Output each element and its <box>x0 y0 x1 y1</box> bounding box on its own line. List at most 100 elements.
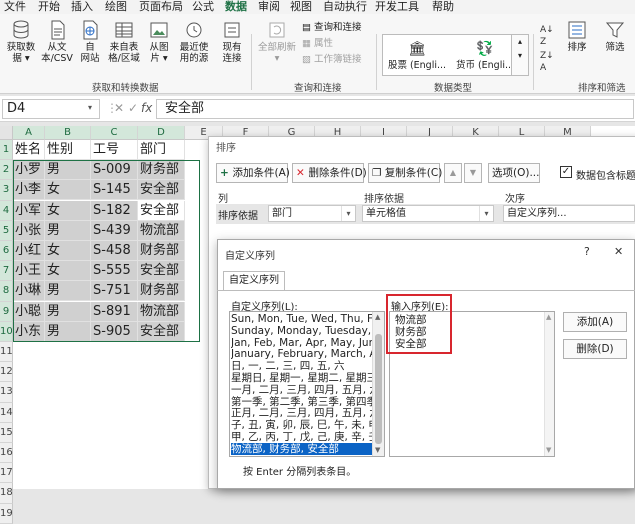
row-header-5[interactable]: 5 <box>0 220 13 241</box>
sort-button[interactable]: 排序 <box>562 20 592 53</box>
table-cell[interactable]: 小红 <box>13 241 45 261</box>
scrollbar-thumb[interactable] <box>375 334 382 444</box>
row-header-12[interactable]: 12 <box>0 362 13 383</box>
menu-tab-11[interactable]: 帮助 <box>432 0 454 14</box>
table-cell[interactable]: S-751 <box>91 281 138 302</box>
table-cell[interactable]: 女 <box>45 200 91 221</box>
active-cell[interactable]: 安全部 <box>138 200 185 221</box>
row-header-18[interactable]: 18 <box>0 483 13 504</box>
table-cell[interactable]: 男 <box>45 281 91 302</box>
row-header-4[interactable]: 4 <box>0 200 13 221</box>
help-icon[interactable]: ? <box>584 245 590 258</box>
recent-sources-button[interactable]: 最近使 用的源 <box>176 20 212 64</box>
row-header-1[interactable]: 1 <box>0 140 13 161</box>
entries-scrollbar[interactable]: ▲ ▼ <box>544 312 554 456</box>
filter-button[interactable]: 筛选 <box>600 20 630 53</box>
table-cell[interactable]: S-905 <box>91 321 138 342</box>
from-table-range-button[interactable]: 来自表 格/区域 <box>106 20 142 64</box>
sort-order-select[interactable]: 自定义序列... <box>503 205 635 222</box>
scroll-down-icon[interactable]: ▼ <box>375 446 380 454</box>
table-cell[interactable]: S-891 <box>91 301 138 322</box>
row-header-14[interactable]: 14 <box>0 402 13 423</box>
list-item[interactable]: 一月, 二月, 三月, 四月, 五月, 六月, 七月 <box>231 384 373 396</box>
tab-custom-lists[interactable]: 自定义序列 <box>223 271 285 291</box>
add-level-button[interactable]: + 添加条件(A) <box>216 163 290 183</box>
sort-za-button[interactable]: Z↓ A <box>540 50 554 74</box>
column-header-D[interactable]: D <box>138 126 185 140</box>
get-data-button[interactable]: 获取数 据 ▾ <box>4 20 38 64</box>
table-cell[interactable]: 小张 <box>13 220 45 241</box>
list-item[interactable]: 子, 丑, 寅, 卯, 辰, 巳, 午, 未, 申, 酉, 戌 <box>231 419 373 431</box>
row-header-16[interactable]: 16 <box>0 443 13 464</box>
table-cell[interactable]: 女 <box>45 241 91 261</box>
sort-column-select[interactable]: 部门 ▾ <box>268 205 356 222</box>
menu-tab-8[interactable]: 视图 <box>290 0 312 14</box>
currency-type[interactable]: 💱 货币 (Engli... <box>453 41 517 71</box>
row-header-3[interactable]: 3 <box>0 180 13 201</box>
table-cell[interactable]: 小聪 <box>13 301 45 322</box>
table-cell[interactable]: S-439 <box>91 220 138 241</box>
row-header-15[interactable]: 15 <box>0 422 13 443</box>
row-header-9[interactable]: 9 <box>0 301 13 322</box>
menu-tab-2[interactable]: 插入 <box>71 0 93 14</box>
menu-tab-3[interactable]: 绘图 <box>105 0 127 14</box>
sort-az-button[interactable]: A↓ Z <box>540 24 554 48</box>
row-header-13[interactable]: 13 <box>0 382 13 403</box>
table-cell[interactable]: 小王 <box>13 261 45 282</box>
close-icon[interactable]: ✕ <box>614 245 623 258</box>
formula-input[interactable]: 安全部 <box>156 99 634 119</box>
add-list-button[interactable]: 添加(A) <box>563 312 627 332</box>
row-header-8[interactable]: 8 <box>0 281 13 302</box>
properties-button[interactable]: ▦ 属性 <box>302 38 333 50</box>
header-cell[interactable]: 性别 <box>45 140 91 160</box>
listbox-scrollbar[interactable]: ▲ ▼ <box>372 312 384 456</box>
has-headers-checkbox[interactable]: ✓ <box>560 166 572 178</box>
insert-function-icon[interactable]: fx <box>141 101 152 115</box>
queries-connections-button[interactable]: ▤ 查询和连接 <box>302 22 362 34</box>
table-cell[interactable]: 物流部 <box>138 301 185 322</box>
table-cell[interactable]: 小罗 <box>13 160 45 181</box>
list-item[interactable]: 第一季, 第二季, 第三季, 第四季 <box>231 396 373 408</box>
table-cell[interactable]: 女 <box>45 261 91 282</box>
move-up-button[interactable]: ▲ <box>444 163 462 183</box>
list-item[interactable]: 日, 一, 二, 三, 四, 五, 六 <box>231 360 373 372</box>
row-header-10[interactable]: 10 <box>0 321 13 342</box>
from-picture-button[interactable]: 从图 片 ▾ <box>144 20 174 64</box>
header-cell[interactable]: 姓名 <box>13 140 45 160</box>
copy-level-button[interactable]: ❐ 复制条件(C) <box>368 163 442 183</box>
table-cell[interactable]: S-009 <box>91 160 138 181</box>
from-web-button[interactable]: 自 网站 <box>76 20 104 64</box>
table-cell[interactable]: S-182 <box>91 200 138 221</box>
list-item[interactable]: Sun, Mon, Tue, Wed, Thu, Fri, Sat <box>231 313 373 325</box>
row-header-6[interactable]: 6 <box>0 241 13 262</box>
existing-connections-button[interactable]: 现有 连接 <box>218 20 246 64</box>
table-cell[interactable]: S-145 <box>91 180 138 201</box>
header-cell[interactable]: 工号 <box>91 140 138 160</box>
list-item[interactable]: 星期日, 星期一, 星期二, 星期三, 星期四 <box>231 372 373 384</box>
list-item[interactable]: 物流部, 财务部, 安全部 <box>231 442 373 455</box>
options-button[interactable]: 选项(O)... <box>488 163 540 183</box>
table-cell[interactable]: 小琳 <box>13 281 45 302</box>
sort-on-select[interactable]: 单元格值 ▾ <box>362 205 494 222</box>
scroll-up-icon[interactable]: ▲ <box>375 313 380 321</box>
row-header-2[interactable]: 2 <box>0 160 13 181</box>
table-cell[interactable]: 财务部 <box>138 241 185 261</box>
table-cell[interactable]: 小李 <box>13 180 45 201</box>
name-box[interactable]: D4 <box>2 99 100 119</box>
table-cell[interactable]: 安全部 <box>138 180 185 201</box>
header-cell[interactable]: 部门 <box>138 140 185 160</box>
menu-tab-10[interactable]: 开发工具 <box>375 0 419 14</box>
menu-tab-9[interactable]: 自动执行 <box>323 0 367 14</box>
menu-tab-5[interactable]: 公式 <box>192 0 214 14</box>
list-item[interactable]: Sunday, Monday, Tuesday, Wednesday <box>231 325 373 337</box>
table-cell[interactable]: 财务部 <box>138 281 185 302</box>
row-header-17[interactable]: 17 <box>0 463 13 484</box>
menu-tab-4[interactable]: 页面布局 <box>139 0 183 14</box>
table-cell[interactable]: 女 <box>45 180 91 201</box>
cancel-icon[interactable]: ✕ <box>114 101 124 115</box>
table-cell[interactable]: 男 <box>45 321 91 342</box>
row-header-11[interactable]: 11 <box>0 342 13 363</box>
menu-tab-1[interactable]: 开始 <box>38 0 60 14</box>
confirm-icon[interactable]: ✓ <box>128 101 138 115</box>
list-item[interactable]: January, February, March, April, May <box>231 348 373 360</box>
